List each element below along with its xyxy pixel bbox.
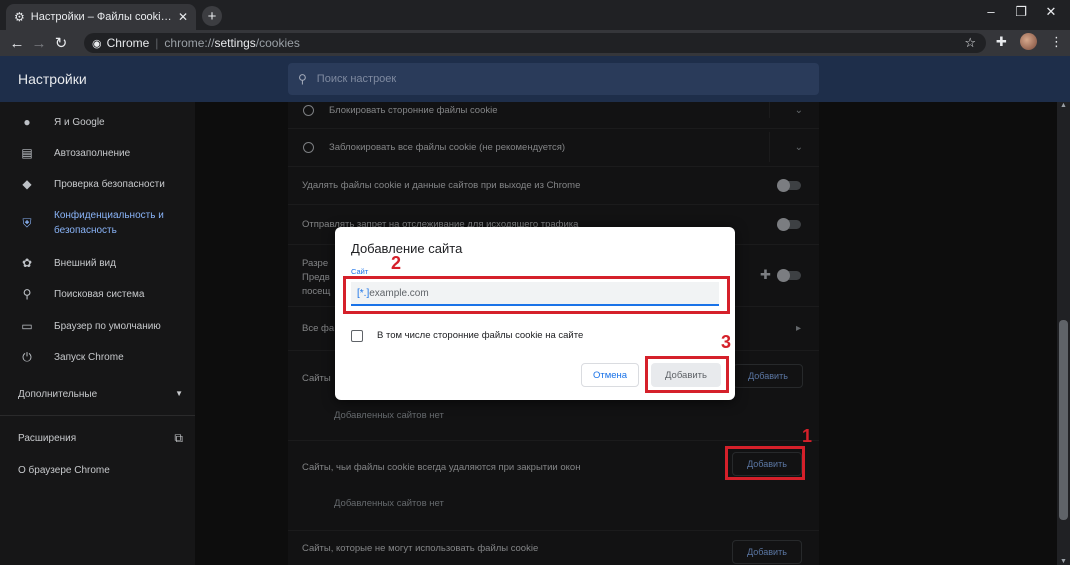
search-placeholder: Поиск настроек xyxy=(316,73,397,85)
dialog-title: Добавление сайта xyxy=(351,241,463,256)
sidebar-item-autofill[interactable]: ▤ Автозаполнение xyxy=(0,145,195,161)
shield-icon: ⛨ xyxy=(22,215,32,230)
menu-dots-icon[interactable]: ⋮ xyxy=(1050,34,1063,50)
clipboard-icon: ▤ xyxy=(21,146,33,160)
url-scheme: chrome:// xyxy=(164,36,215,50)
url-host: settings xyxy=(214,36,256,50)
search-icon: ⚲ xyxy=(22,287,32,301)
gear-icon: ⚙ xyxy=(14,10,25,24)
sidebar-item-label: Внешний вид xyxy=(54,257,116,269)
omnibox-separator: | xyxy=(155,36,159,50)
sidebar-divider xyxy=(0,415,195,416)
power-icon: ⏻ xyxy=(22,349,32,364)
open-external-icon: ⧉ xyxy=(174,431,183,445)
third-party-checkbox-label: В том числе сторонние файлы cookie на са… xyxy=(377,330,584,341)
annotation-number-3: 3 xyxy=(721,332,732,352)
browser-icon: ▭ xyxy=(21,319,33,333)
sidebar-item-privacy[interactable]: ⛨ Конфиденциальность и безопасность xyxy=(0,208,195,238)
settings-search-input[interactable]: ⚲ Поиск настроек xyxy=(288,63,819,95)
extensions-puzzle-icon[interactable]: ✚ xyxy=(996,34,1007,50)
site-name: Chrome xyxy=(106,36,150,50)
annotation-box-step-2 xyxy=(343,276,730,314)
sidebar-item-default-browser[interactable]: ▭ Браузер по умолчанию xyxy=(0,318,195,334)
sidebar-item-label: Автозаполнение xyxy=(54,147,131,159)
url-path: /cookies xyxy=(255,36,300,50)
title-bar: ⚙ Настройки – Файлы cookie и др ✕ + – ❐ … xyxy=(0,0,1070,30)
caret-down-icon: ▼ xyxy=(175,389,183,398)
maximize-button[interactable]: ❐ xyxy=(1006,4,1036,24)
palette-icon: ✿ xyxy=(21,256,33,270)
address-bar[interactable]: ◉ Chrome | chrome://settings/cookies ☆ xyxy=(84,33,986,53)
advanced-label: Дополнительные xyxy=(18,389,98,400)
sidebar-item-label: Конфиденциальность и безопасность xyxy=(54,210,164,236)
browser-tab[interactable]: ⚙ Настройки – Файлы cookie и др ✕ xyxy=(6,4,196,30)
browser-toolbar: ← → ↻ ◉ Chrome | chrome://settings/cooki… xyxy=(0,30,1070,56)
sidebar-about[interactable]: О браузере Chrome xyxy=(18,465,110,476)
sidebar-item-safety-check[interactable]: ◆ Проверка безопасности xyxy=(0,176,195,192)
star-icon[interactable]: ☆ xyxy=(964,35,976,51)
scrollbar-thumb[interactable] xyxy=(1059,320,1068,520)
avatar[interactable] xyxy=(1020,33,1037,50)
scroll-up-icon[interactable]: ▲ xyxy=(1060,102,1067,109)
sidebar-item-label: Проверка безопасности xyxy=(54,178,165,190)
sidebar-item-appearance[interactable]: ✿ Внешний вид xyxy=(0,255,195,271)
forward-arrow-icon[interactable]: → xyxy=(28,35,50,52)
close-window-button[interactable]: ✕ xyxy=(1036,4,1066,24)
sidebar-item-label: Поисковая система xyxy=(54,288,145,300)
scrollbar[interactable]: ▲ ▼ xyxy=(1057,102,1070,565)
minimize-button[interactable]: – xyxy=(976,4,1006,24)
sidebar-extensions[interactable]: Расширения ⧉ xyxy=(18,431,183,445)
sidebar-advanced[interactable]: Дополнительные ▼ xyxy=(18,389,183,400)
sidebar-item-search-engine[interactable]: ⚲ Поисковая система xyxy=(0,286,195,302)
shield-check-icon: ◆ xyxy=(22,177,32,191)
site-field-label: Сайт xyxy=(351,267,369,276)
annotation-number-1: 1 xyxy=(802,426,813,446)
sidebar-item-label: Браузер по умолчанию xyxy=(54,320,161,332)
chrome-icon: ◉ xyxy=(92,37,102,50)
back-arrow-icon[interactable]: ← xyxy=(6,35,28,52)
reload-icon[interactable]: ↻ xyxy=(50,34,72,52)
annotation-box-step-3 xyxy=(645,356,729,393)
annotation-number-2: 2 xyxy=(391,253,402,273)
search-icon: ⚲ xyxy=(298,72,307,86)
tab-title: Настройки – Файлы cookie и др xyxy=(30,11,172,23)
person-icon: ● xyxy=(23,115,31,129)
scroll-down-icon[interactable]: ▼ xyxy=(1060,558,1067,565)
annotation-box-step-1 xyxy=(725,446,805,480)
third-party-checkbox[interactable] xyxy=(351,330,363,342)
new-tab-button[interactable]: + xyxy=(202,6,222,26)
cancel-button[interactable]: Отмена xyxy=(581,363,639,387)
sidebar-item-on-startup[interactable]: ⏻ Запуск Chrome xyxy=(0,349,195,365)
close-tab-icon[interactable]: ✕ xyxy=(178,10,188,24)
page-title: Настройки xyxy=(18,71,87,87)
sidebar-item-label: Я и Google xyxy=(54,116,105,128)
sidebar-item-you-and-google[interactable]: ● Я и Google xyxy=(0,114,195,130)
extensions-label: Расширения xyxy=(18,433,77,444)
sidebar-item-label: Запуск Chrome xyxy=(54,351,124,363)
